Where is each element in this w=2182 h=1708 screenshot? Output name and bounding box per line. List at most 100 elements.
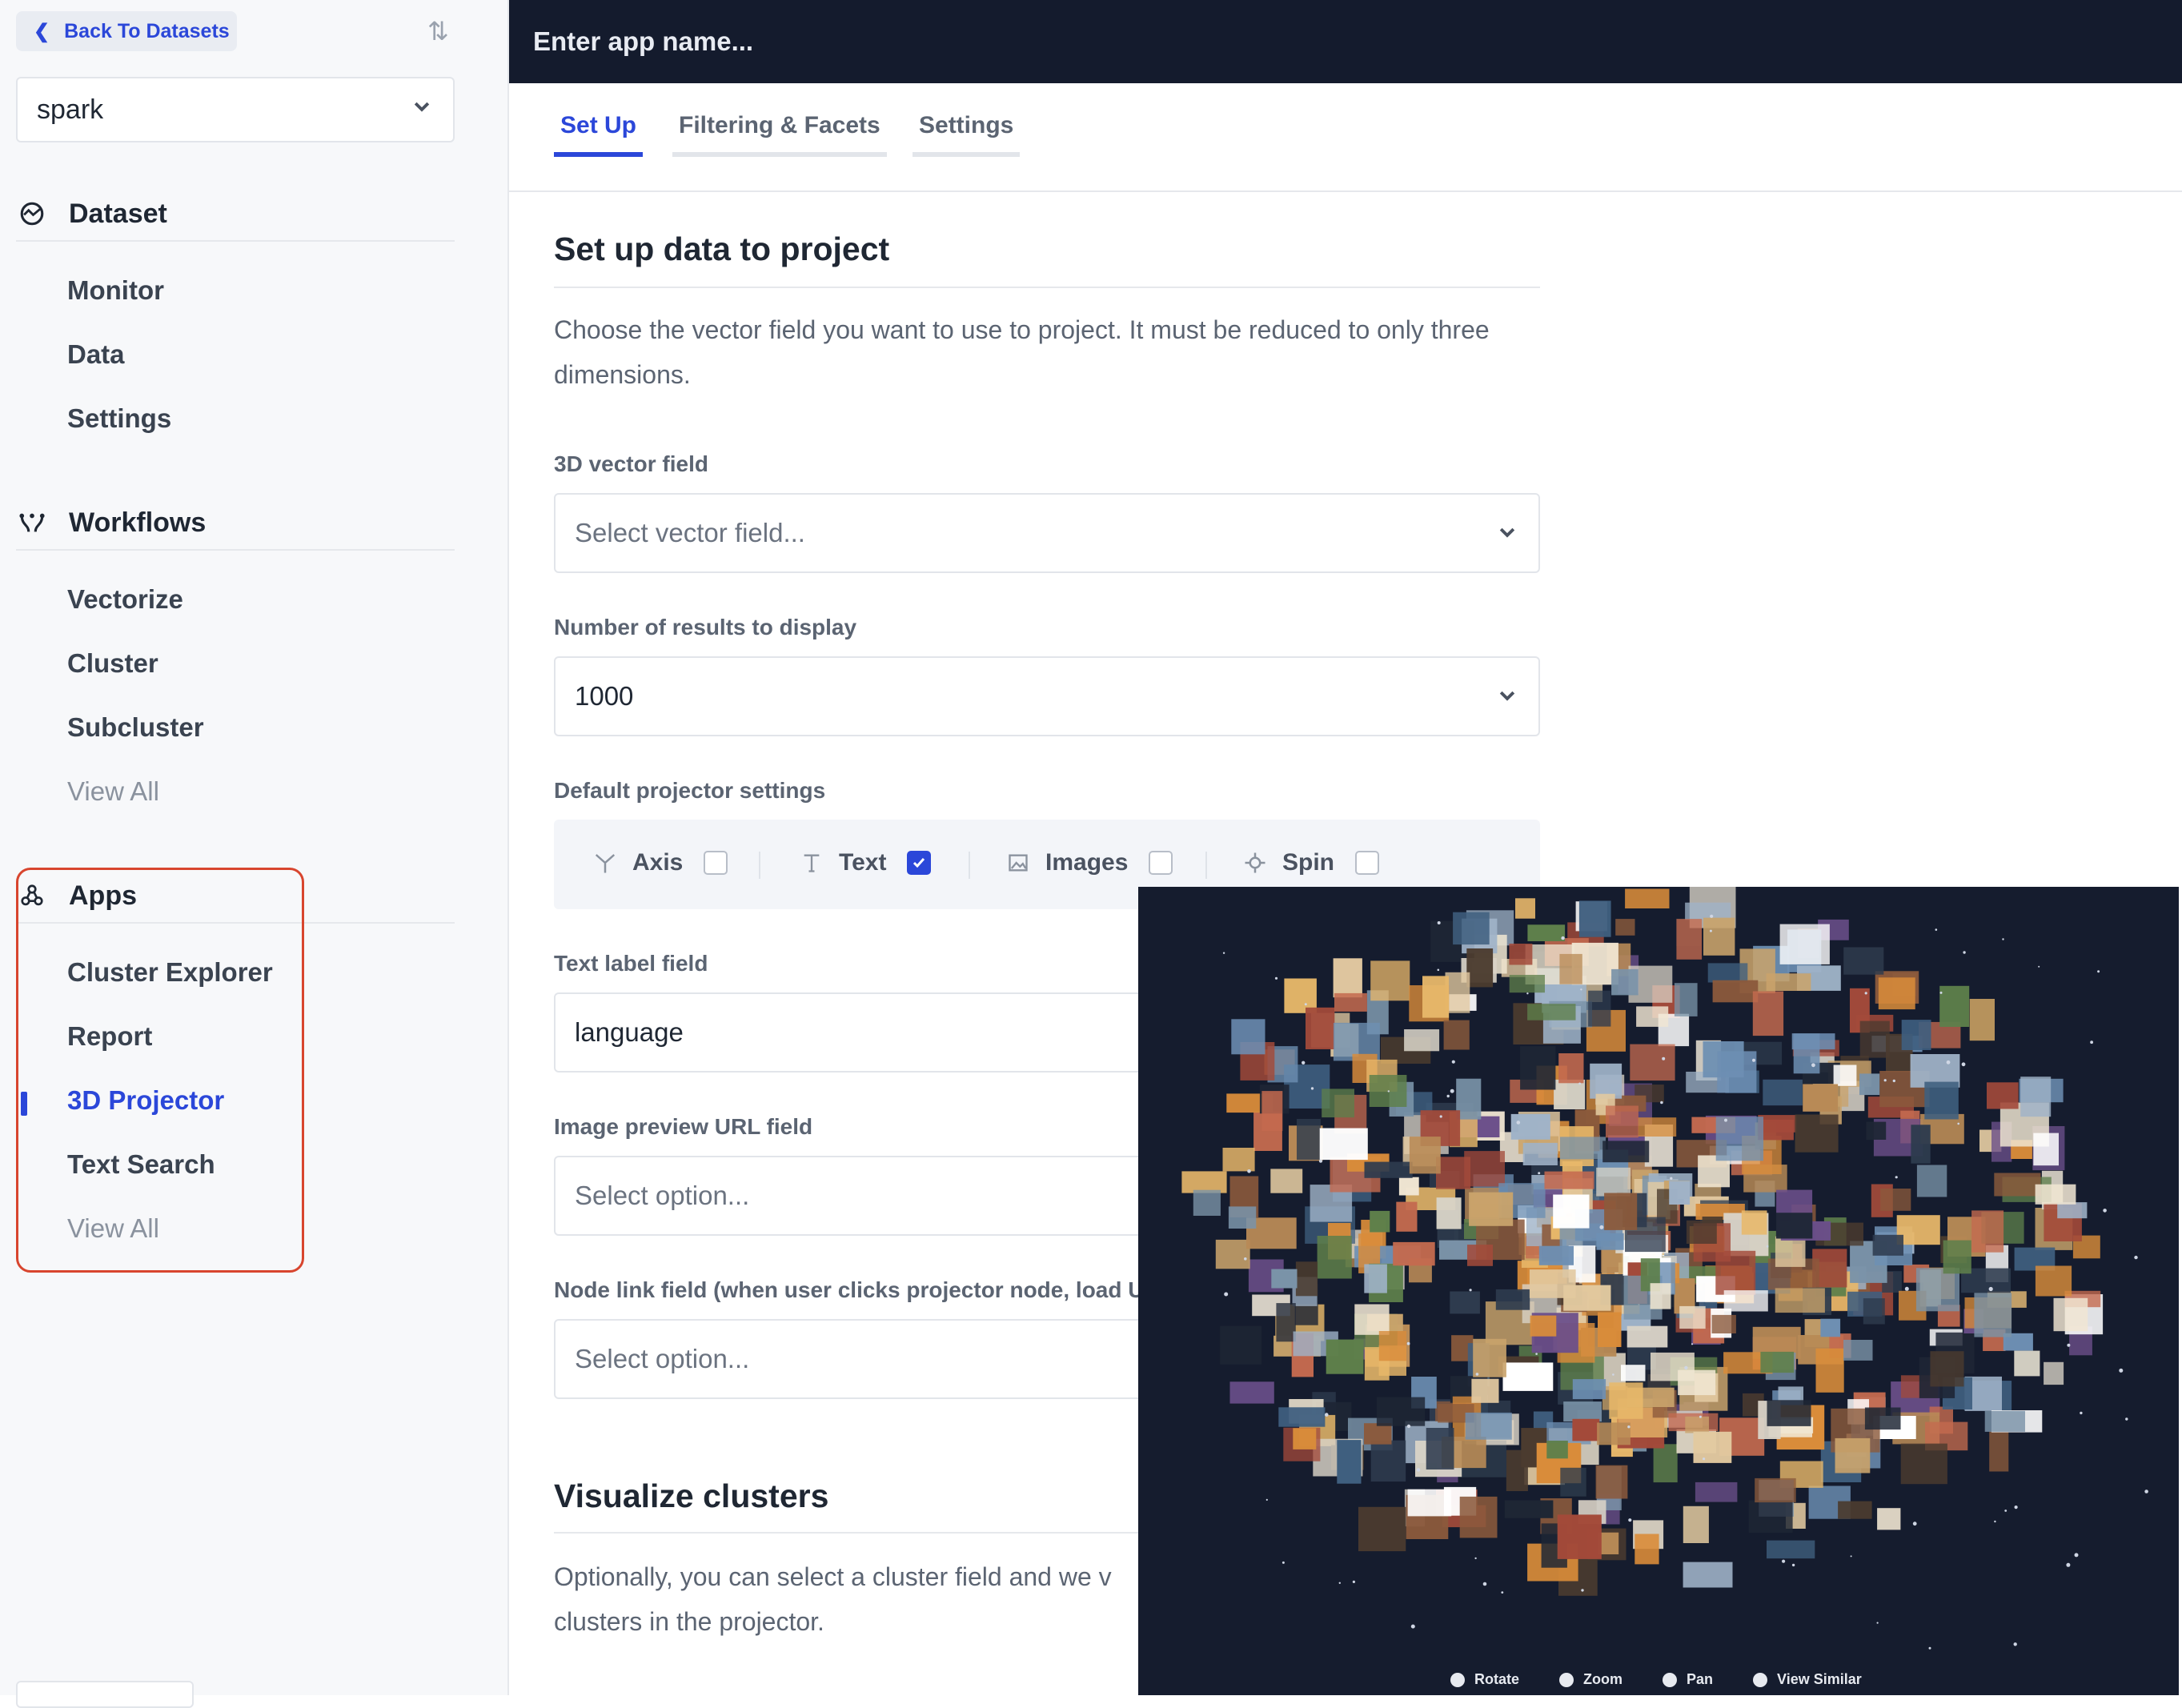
projector-thumbnail[interactable] xyxy=(2033,1133,2059,1166)
projector-thumbnail[interactable] xyxy=(1278,1407,1326,1427)
control-view-similar[interactable]: View Similar xyxy=(1753,1671,1862,1688)
projector-thumbnail[interactable] xyxy=(1916,1165,1947,1197)
projector-thumbnail[interactable] xyxy=(1193,1189,1221,1216)
projector-thumbnail[interactable] xyxy=(1596,1167,1630,1197)
projector-thumbnail[interactable] xyxy=(1621,1365,1646,1381)
projector-thumbnail[interactable] xyxy=(1843,947,1884,975)
projector-thumbnail[interactable] xyxy=(1317,1236,1352,1279)
projector-thumbnail[interactable] xyxy=(1969,999,1995,1041)
projector-thumbnail[interactable] xyxy=(1398,1177,1419,1196)
projector-thumbnail[interactable] xyxy=(1939,985,1970,1027)
sidebar-item-monitor[interactable]: Monitor xyxy=(67,275,164,306)
sidebar-item-vectorize[interactable]: Vectorize xyxy=(67,584,183,615)
projector-thumbnail[interactable] xyxy=(1364,1423,1392,1445)
projector-thumbnail[interactable] xyxy=(2053,1297,2088,1332)
projector-thumbnail[interactable] xyxy=(1767,1540,1815,1559)
projector-thumbnail[interactable] xyxy=(1595,1465,1628,1499)
projector-thumbnail[interactable] xyxy=(1915,1268,1959,1312)
projector-thumbnail[interactable] xyxy=(1466,948,1494,988)
projector-thumbnail[interactable] xyxy=(1943,1240,1971,1274)
projector-thumbnail[interactable] xyxy=(1636,1006,1669,1027)
projector-thumbnail[interactable] xyxy=(1911,1125,1931,1164)
projector-thumbnail[interactable] xyxy=(1544,1171,1594,1189)
projector-thumbnail[interactable] xyxy=(1319,1128,1368,1161)
projector-thumbnail[interactable] xyxy=(1546,1441,1568,1459)
projector-thumbnail[interactable] xyxy=(1755,1477,1796,1503)
refresh-icon[interactable]: ⇅ xyxy=(427,16,449,46)
toggle-images[interactable]: Images xyxy=(1004,848,1173,877)
projector-thumbnail[interactable] xyxy=(1686,1220,1717,1244)
projector-thumbnail[interactable] xyxy=(1803,1084,1839,1112)
projector-thumbnail[interactable] xyxy=(1560,1137,1606,1160)
projector-thumbnail[interactable] xyxy=(1775,1213,1813,1239)
projector-thumbnail[interactable] xyxy=(1473,1338,1506,1377)
projector-thumbnail[interactable] xyxy=(1630,1044,1675,1081)
projector-thumbnail[interactable] xyxy=(1354,1304,1390,1335)
projector-thumbnail[interactable] xyxy=(1669,1181,1691,1205)
dataset-select[interactable]: spark xyxy=(16,77,455,142)
projector-thumbnail[interactable] xyxy=(1930,1351,1964,1387)
projector-thumbnail[interactable] xyxy=(1563,1401,1602,1422)
sidebar-bottom-control[interactable] xyxy=(16,1681,194,1708)
projector-thumbnail[interactable] xyxy=(1711,1314,1736,1333)
projector-thumbnail[interactable] xyxy=(1703,917,1735,956)
projector-thumbnail[interactable] xyxy=(1322,1089,1354,1118)
projector-thumbnail[interactable] xyxy=(1880,1189,1911,1211)
projector-thumbnail[interactable] xyxy=(1471,1378,1499,1403)
projector-thumbnail[interactable] xyxy=(1878,977,1915,1010)
projector-thumbnail[interactable] xyxy=(1333,958,1362,998)
projector-thumbnail[interactable] xyxy=(1515,898,1535,919)
projector-thumbnail[interactable] xyxy=(1717,1051,1757,1093)
projector-thumbnail[interactable] xyxy=(1984,1410,2025,1432)
projector-thumbnail[interactable] xyxy=(2044,1361,2064,1385)
projector-thumbnail[interactable] xyxy=(1625,888,1670,909)
projector-thumbnail[interactable] xyxy=(1760,1351,1795,1373)
projector-thumbnail[interactable] xyxy=(1509,975,1545,993)
projector-thumbnail[interactable] xyxy=(1752,991,1784,1036)
projector-thumbnail[interactable] xyxy=(1864,1407,1901,1430)
projector-thumbnail[interactable] xyxy=(1407,1489,1452,1517)
projector-thumbnail[interactable] xyxy=(1270,1169,1303,1193)
projector-thumbnail[interactable] xyxy=(1779,924,1830,964)
projector-thumbnail[interactable] xyxy=(1181,1171,1227,1193)
projector-thumbnail[interactable] xyxy=(1693,1431,1732,1463)
projector-thumbnail[interactable] xyxy=(1558,1053,1584,1084)
projector-thumbnail[interactable] xyxy=(1396,1201,1418,1232)
projector-thumbnail[interactable] xyxy=(1820,1318,1841,1337)
projector-thumbnail[interactable] xyxy=(1590,1063,1622,1099)
tab-filtering-facets[interactable]: Filtering & Facets xyxy=(672,112,887,157)
projector-thumbnail[interactable] xyxy=(1378,1331,1406,1361)
projector-thumbnail[interactable] xyxy=(2057,1202,2088,1219)
projector-thumbnail[interactable] xyxy=(1559,953,1582,984)
projector-thumbnail[interactable] xyxy=(2035,1184,2076,1205)
sidebar-item-settings[interactable]: Settings xyxy=(67,403,171,434)
projector-thumbnail[interactable] xyxy=(1989,1431,2009,1472)
projector-thumbnail[interactable] xyxy=(1422,976,1450,1018)
projector-thumbnail[interactable] xyxy=(1863,1298,1885,1325)
projector-thumbnail[interactable] xyxy=(1924,1081,1959,1120)
projector-thumbnail[interactable] xyxy=(1393,1241,1435,1266)
projector-thumbnail[interactable] xyxy=(1436,1157,1470,1189)
control-zoom[interactable]: Zoom xyxy=(1559,1671,1622,1688)
projector-thumbnail[interactable] xyxy=(1326,1339,1364,1374)
projector-thumbnail[interactable] xyxy=(1572,1379,1606,1400)
projector-thumbnail[interactable] xyxy=(1358,1506,1406,1552)
projector-thumbnail[interactable] xyxy=(1679,1305,1706,1329)
projector-thumbnail[interactable] xyxy=(1634,1534,1659,1565)
projector-thumbnail[interactable] xyxy=(1465,1412,1512,1440)
projector-thumbnail[interactable] xyxy=(1297,1119,1321,1161)
projector-thumbnail[interactable] xyxy=(1450,1291,1480,1314)
projector-thumbnail[interactable] xyxy=(1409,1137,1441,1174)
projector-thumbnail[interactable] xyxy=(2035,1265,2072,1297)
projector-thumbnail[interactable] xyxy=(1685,1416,1709,1433)
projector-thumbnail[interactable] xyxy=(1766,973,1811,991)
projector-thumbnail[interactable] xyxy=(1866,1121,1887,1140)
projector-thumbnail[interactable] xyxy=(1578,900,1611,937)
projector-thumbnail[interactable] xyxy=(1678,1369,1716,1396)
projector-thumbnail[interactable] xyxy=(1527,924,1566,941)
projector-thumbnail[interactable] xyxy=(1560,1467,1586,1497)
projector-thumbnail[interactable] xyxy=(1653,1444,1678,1483)
projector-thumbnail[interactable] xyxy=(1370,1440,1406,1482)
projector-thumbnail[interactable] xyxy=(1522,1142,1558,1165)
projector-thumbnail[interactable] xyxy=(1215,1239,1250,1269)
